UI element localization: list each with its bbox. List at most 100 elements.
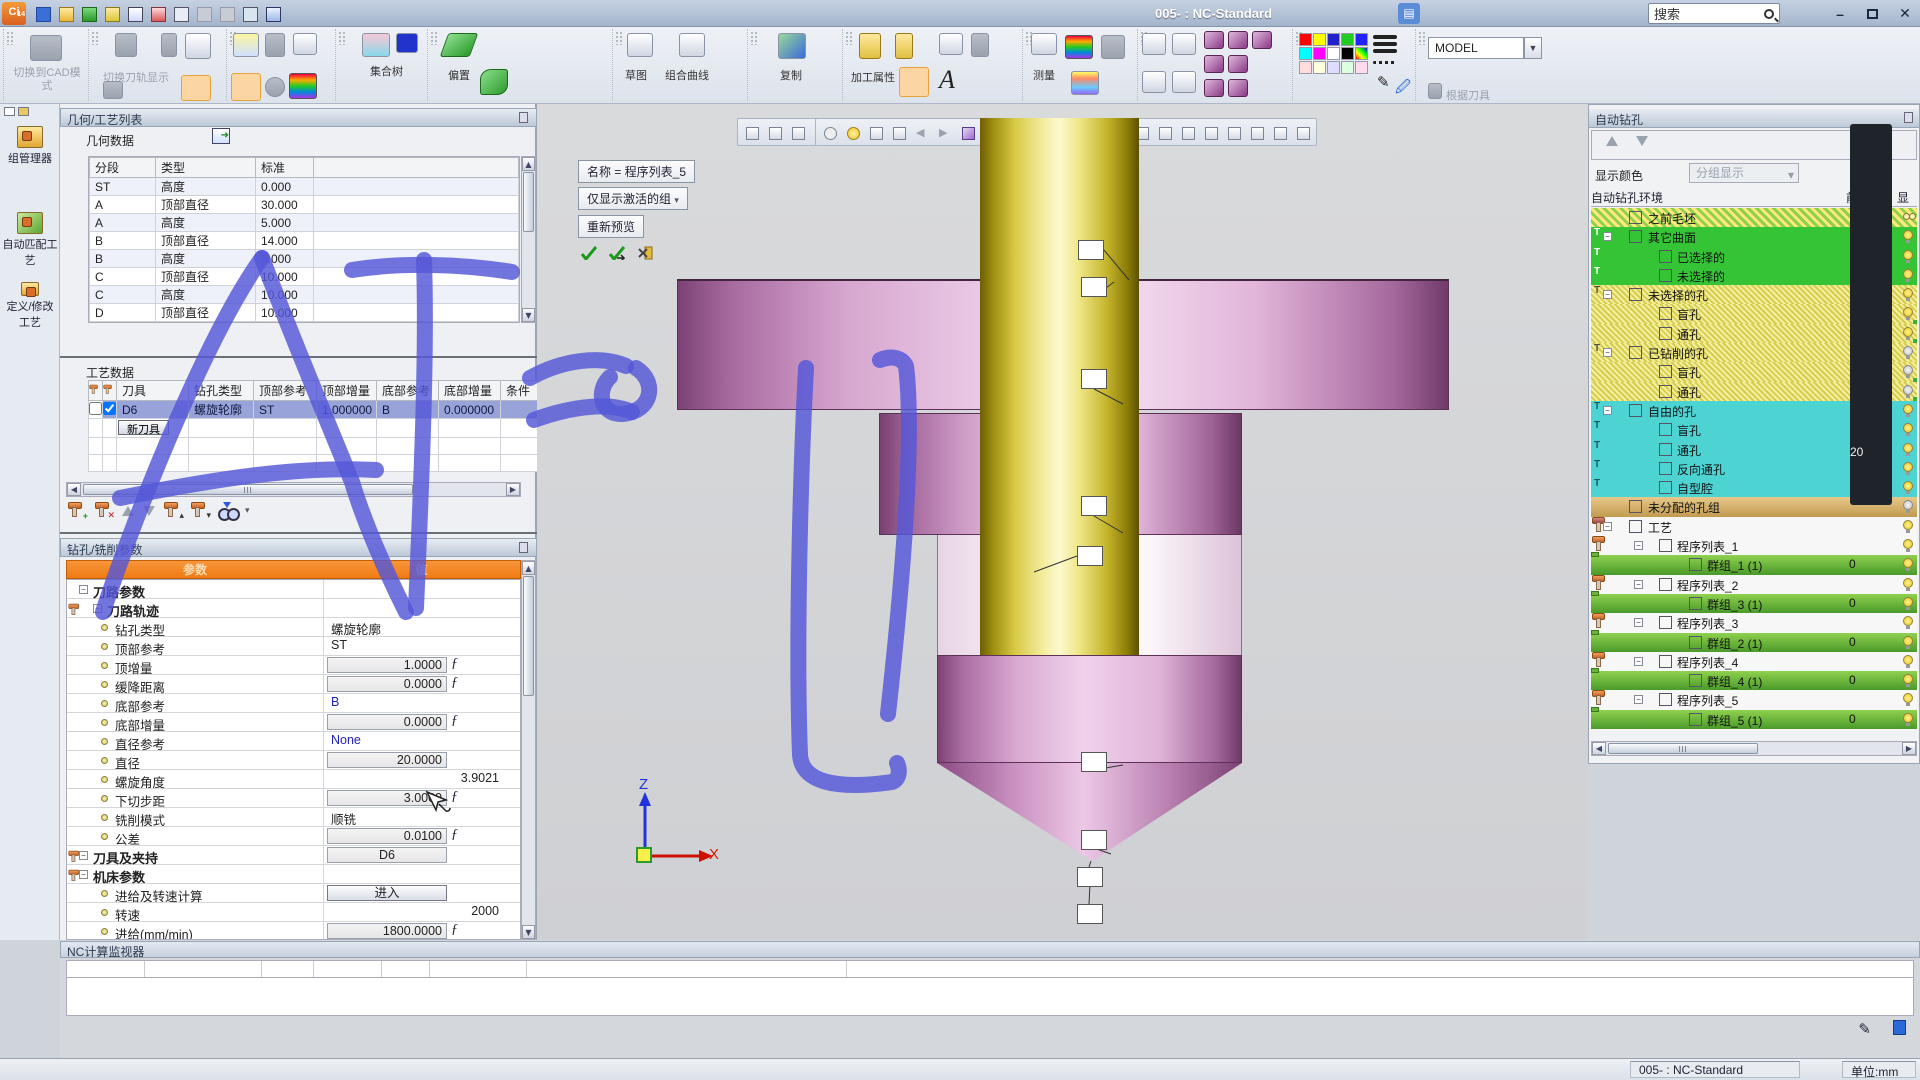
tree-item[interactable]: − 程序列表_4 bbox=[1591, 652, 1917, 671]
text-tool-icon[interactable]: A bbox=[939, 65, 955, 95]
tree-item-label[interactable]: 盲孔 bbox=[1677, 422, 1701, 439]
normal-arrow-icon[interactable] bbox=[1101, 35, 1125, 59]
param-row[interactable]: − 进给(mm/min) 1800.0000 ƒ bbox=[67, 922, 520, 940]
scrollbar-thumb[interactable] bbox=[83, 484, 413, 495]
expand-toggle-icon[interactable]: − bbox=[1603, 290, 1612, 299]
expand-toggle-icon[interactable]: − bbox=[1634, 580, 1643, 589]
expand-toggle-icon[interactable]: − bbox=[1603, 348, 1612, 357]
expand-toggle-icon[interactable]: − bbox=[79, 870, 88, 879]
probe-icon[interactable] bbox=[161, 33, 177, 57]
tree-item-label[interactable]: 反向通孔 bbox=[1677, 461, 1725, 478]
name-button[interactable]: 名称 = 程序列表_5 bbox=[578, 160, 695, 183]
param-row[interactable]: − 直径参考 None ƒ bbox=[67, 732, 520, 751]
visibility-bulb-icon[interactable] bbox=[1903, 346, 1913, 356]
new-tool-button[interactable]: 新刀具 bbox=[118, 420, 169, 435]
visibility-bulb-icon[interactable] bbox=[1903, 443, 1913, 453]
scroll-right-icon[interactable]: ▶ bbox=[1902, 742, 1916, 755]
pin-first-icon[interactable]: ▴ bbox=[164, 502, 182, 520]
param-row[interactable]: − 下切步距 3.0000 ƒ bbox=[67, 789, 520, 808]
copy-button[interactable]: 复制 bbox=[780, 67, 802, 83]
scroll-left-icon[interactable]: ◀ bbox=[67, 483, 81, 496]
pin-icon[interactable] bbox=[519, 542, 528, 553]
nc-monitor-header[interactable] bbox=[66, 960, 1914, 978]
quick-access-icon[interactable] bbox=[216, 3, 236, 23]
quick-access-icon[interactable] bbox=[193, 3, 213, 23]
spin-view-icon[interactable] bbox=[1172, 71, 1196, 93]
visibility-bulb-icon[interactable] bbox=[1903, 693, 1913, 703]
pin-down-icon[interactable] bbox=[103, 385, 110, 393]
annotation-tool[interactable] bbox=[1850, 358, 1892, 387]
scrollbar-thumb[interactable] bbox=[1608, 743, 1758, 754]
attr-column-icon[interactable] bbox=[859, 33, 881, 59]
function-icon[interactable]: ƒ bbox=[451, 922, 458, 938]
edit-pencil-icon[interactable]: ✎ bbox=[1858, 1020, 1871, 1038]
tree-item-label[interactable]: 程序列表_3 bbox=[1677, 615, 1738, 632]
param-row[interactable]: − 刀路轨迹 ƒ bbox=[67, 599, 520, 618]
visibility-bulb-icon[interactable] bbox=[1903, 307, 1913, 317]
help-icon[interactable] bbox=[265, 33, 285, 57]
tree-item[interactable]: − 工艺 bbox=[1591, 517, 1917, 536]
visibility-bulb-icon[interactable] bbox=[1903, 211, 1913, 221]
tree-item-label[interactable]: 自型腔 bbox=[1677, 480, 1713, 497]
geometry-table[interactable]: 分段类型标准 ST高度0.000A顶部直径30.000A高度5.000B顶部直径… bbox=[88, 156, 520, 323]
viewport-filter-icon[interactable] bbox=[1200, 122, 1221, 143]
sketch-button[interactable]: 草图 bbox=[625, 67, 647, 83]
row-checkbox-checked[interactable] bbox=[103, 402, 116, 415]
param-row[interactable]: − 转速 2000 ƒ bbox=[67, 903, 520, 922]
part-section-label[interactable] bbox=[1077, 546, 1103, 566]
tree-item-label[interactable]: 未选择的 bbox=[1677, 268, 1725, 285]
viewport-tool-icon[interactable] bbox=[764, 122, 785, 143]
function-icon[interactable]: ƒ bbox=[451, 827, 458, 843]
offset-plane-icon[interactable] bbox=[440, 33, 479, 57]
back-view-icon[interactable] bbox=[1228, 55, 1248, 73]
iso-view-icon[interactable] bbox=[1204, 31, 1224, 49]
viewport-filter-icon[interactable] bbox=[1269, 122, 1290, 143]
tree-item-label[interactable]: 通孔 bbox=[1677, 326, 1701, 343]
send-geometry-icon[interactable] bbox=[212, 128, 230, 144]
annotation-tool[interactable] bbox=[1850, 242, 1892, 271]
pin-last-icon[interactable]: ▾ bbox=[191, 502, 209, 520]
expand-toggle-icon[interactable]: − bbox=[79, 585, 88, 594]
visibility-bulb-icon[interactable] bbox=[1903, 423, 1913, 433]
param-value[interactable]: None bbox=[327, 733, 447, 749]
param-row[interactable]: − 钻孔类型 螺旋轮廓 ƒ bbox=[67, 618, 520, 637]
visibility-bulb-icon[interactable] bbox=[1903, 539, 1913, 549]
info-icon[interactable] bbox=[265, 77, 285, 97]
lasso-icon[interactable] bbox=[103, 81, 123, 99]
confirm-check-icon[interactable] bbox=[581, 246, 597, 260]
scroll-down-icon[interactable]: ▼ bbox=[522, 925, 535, 939]
param-value[interactable]: 0.0000 bbox=[327, 714, 447, 730]
process-data-table[interactable]: 刀具钻孔类型顶部参考顶部增量底部参考底部增量条件 D6 螺旋轮廓 ST 1.00… bbox=[88, 380, 537, 472]
tree-item-label[interactable]: 未选择的孔 bbox=[1648, 287, 1708, 304]
part-section-label[interactable] bbox=[1077, 867, 1103, 887]
param-row[interactable]: − 顶增量 1.0000 ƒ bbox=[67, 656, 520, 675]
window-list-icon[interactable] bbox=[293, 33, 317, 55]
expand-toggle-icon[interactable]: − bbox=[1603, 232, 1612, 241]
param-value[interactable]: 3.9021 bbox=[327, 771, 503, 787]
left-view-icon[interactable] bbox=[1228, 79, 1248, 97]
quick-access-icon[interactable] bbox=[147, 3, 167, 23]
expand-toggle-icon[interactable]: − bbox=[1634, 618, 1643, 627]
app-logo[interactable]: Ci14 bbox=[2, 2, 26, 25]
viewport-filter-icon[interactable] bbox=[1223, 122, 1244, 143]
part-section-label[interactable] bbox=[1081, 369, 1107, 389]
monitor-column-header[interactable] bbox=[527, 961, 847, 977]
function-icon[interactable]: ƒ bbox=[451, 789, 458, 805]
zoom-select-icon[interactable] bbox=[1172, 33, 1196, 55]
monitor-column-header[interactable] bbox=[430, 961, 527, 977]
visibility-bulb-icon[interactable] bbox=[1903, 558, 1913, 568]
pin-up-icon[interactable] bbox=[89, 385, 96, 393]
tree-item-label[interactable]: 群组_1 (1) bbox=[1707, 557, 1762, 574]
document-icon[interactable] bbox=[1893, 1020, 1906, 1035]
param-value[interactable]: 进入 bbox=[327, 885, 447, 901]
view-cube-icon[interactable] bbox=[185, 33, 211, 59]
dim-v-icon[interactable] bbox=[971, 33, 989, 57]
copy-axes-icon[interactable] bbox=[778, 33, 806, 59]
annotation-tool[interactable] bbox=[1850, 184, 1892, 213]
toolpath-icon[interactable] bbox=[115, 33, 137, 57]
viewport-tool-icon[interactable] bbox=[741, 122, 762, 143]
exit-door-icon[interactable] bbox=[637, 246, 653, 260]
panel-divider[interactable] bbox=[60, 356, 537, 358]
part-section-label[interactable] bbox=[1077, 904, 1103, 924]
visibility-bulb-icon[interactable] bbox=[1903, 674, 1913, 684]
